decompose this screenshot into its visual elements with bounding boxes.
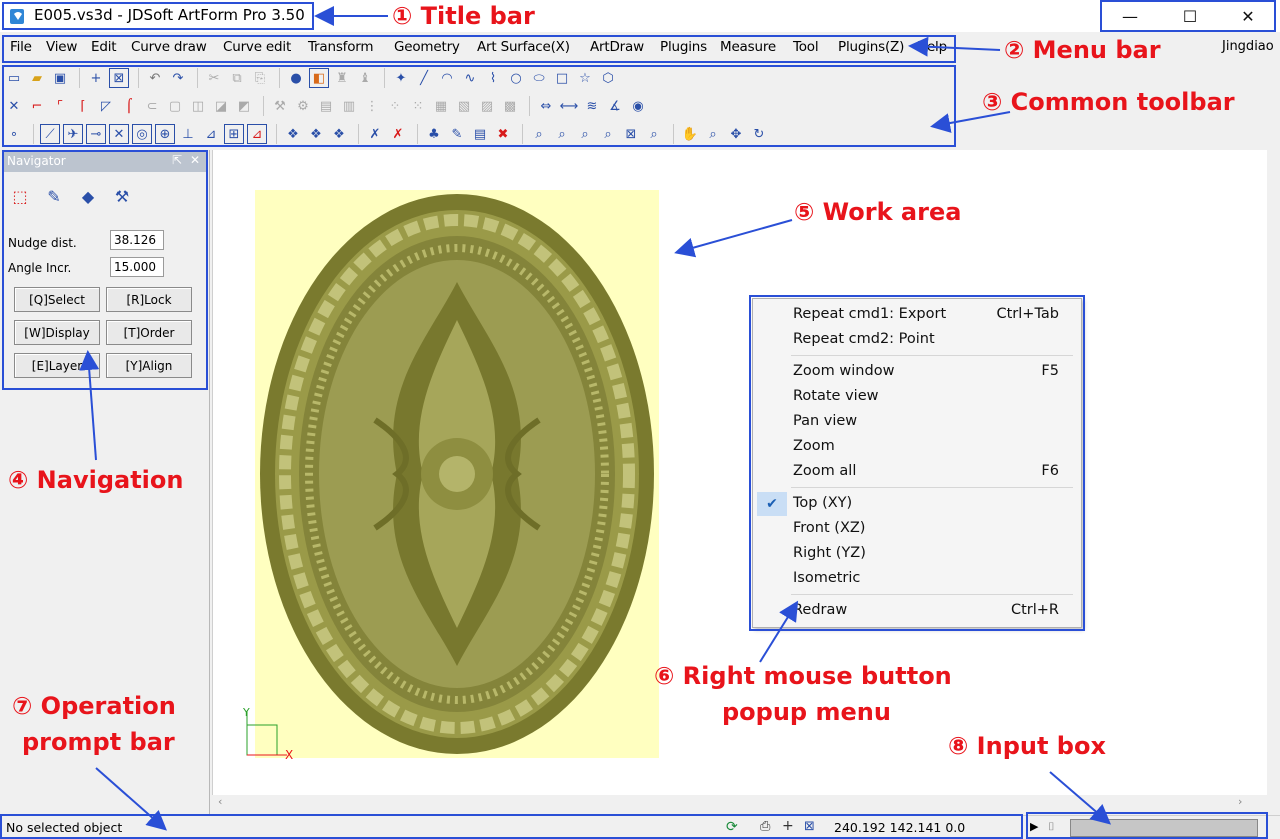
annotation-menu-bar: ② Menu bar — [1004, 36, 1161, 64]
annotation-popup-line2: popup menu — [722, 698, 891, 726]
annotation-navigation: ④ Navigation — [8, 466, 184, 494]
annotation-work-area: ⑤ Work area — [794, 198, 962, 226]
annotation-common-toolbar: ③ Common toolbar — [982, 88, 1235, 116]
annotation-title-bar: ① Title bar — [392, 2, 535, 30]
annotation-prompt-line2: prompt bar — [22, 728, 175, 756]
annotation-popup-line1: ⑥ Right mouse button — [654, 662, 952, 690]
annotation-prompt-line1: ⑦ Operation — [12, 692, 176, 720]
annotation-arrows — [79, 6, 1112, 831]
annotation-input-box: ⑧ Input box — [948, 732, 1106, 760]
